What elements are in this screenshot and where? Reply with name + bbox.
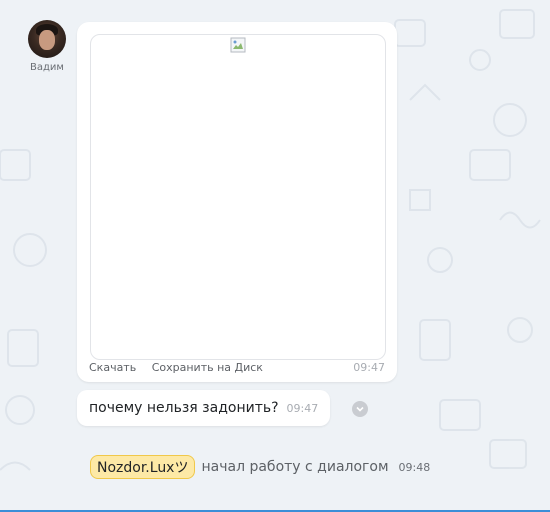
image-actions: Скачать Сохранить на Диск [89,361,275,374]
sender-block: Вадим [23,20,71,73]
message-time: 09:47 [286,401,319,415]
message-text: почему нельзя задонить? [89,400,279,416]
system-message-text: начал работу с диалогом [201,459,389,475]
system-message: Nozdor.Luxツ начал работу с диалогом 09:4… [90,455,430,479]
message-menu-button[interactable] [352,401,368,417]
sender-name: Вадим [30,62,64,73]
message-time: 09:47 [353,361,385,374]
chevron-down-icon [356,406,364,412]
image-attachment[interactable] [90,34,386,360]
system-message-time: 09:48 [398,460,431,474]
broken-image-icon [230,37,246,53]
image-message-bubble: Скачать Сохранить на Диск 09:47 [77,22,397,382]
download-link[interactable]: Скачать [89,361,136,374]
save-to-disk-link[interactable]: Сохранить на Диск [152,361,263,374]
text-message-bubble: почему нельзя задонить? 09:47 [77,390,331,426]
operator-badge[interactable]: Nozdor.Luxツ [90,455,196,479]
avatar[interactable] [28,20,66,58]
